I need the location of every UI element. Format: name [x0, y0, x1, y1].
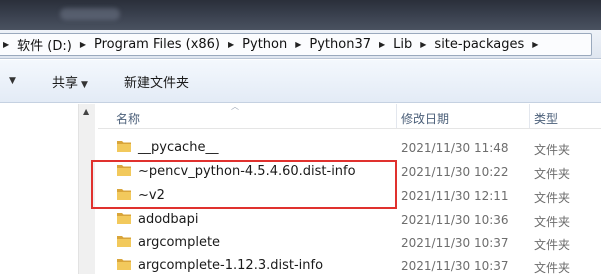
breadcrumb-python37[interactable]: Python37 — [304, 34, 376, 55]
file-name: argcomplete-1.12.3.dist-info — [138, 258, 324, 273]
chevron-right-icon[interactable]: ▶ — [292, 34, 304, 55]
file-name: adodbapi — [138, 212, 199, 227]
list-item[interactable]: argcomplete 2021/11/30 10:37 文件夹 — [98, 231, 601, 254]
organize-dropdown-arrow[interactable]: ▼ — [6, 72, 16, 87]
file-type: 文件夹 — [534, 238, 571, 252]
chevron-right-icon[interactable]: ▶ — [0, 34, 12, 55]
chevron-down-icon: ▼ — [9, 76, 16, 86]
share-label: 共享 — [52, 76, 79, 91]
column-divider[interactable] — [529, 104, 530, 128]
folder-icon — [117, 236, 131, 247]
breadcrumb-drive[interactable]: 软件 (D:) — [12, 34, 77, 55]
command-toolbar: ▼ 共享 ▼ 新建文件夹 — [0, 60, 601, 103]
column-divider[interactable] — [396, 104, 397, 128]
file-type: 文件夹 — [534, 215, 571, 229]
file-type: 文件夹 — [534, 167, 571, 181]
breadcrumb-site-packages[interactable]: site-packages — [429, 34, 529, 55]
breadcrumb-python[interactable]: Python — [237, 34, 292, 55]
folder-icon — [117, 259, 131, 270]
file-date: 2021/11/30 10:37 — [401, 259, 509, 273]
file-name: argcomplete — [138, 235, 221, 250]
breadcrumb-program-files[interactable]: Program Files (x86) — [89, 34, 225, 55]
file-type: 文件夹 — [534, 143, 571, 157]
chevron-right-icon[interactable]: ▶ — [529, 34, 541, 55]
address-bar: ▶ 软件 (D:) ▶ Program Files (x86) ▶ Python… — [0, 30, 601, 59]
column-header-modified[interactable]: 修改日期 — [401, 110, 449, 127]
red-highlight-annotation — [91, 160, 397, 209]
breadcrumb[interactable]: ▶ 软件 (D:) ▶ Program Files (x86) ▶ Python… — [0, 33, 592, 56]
list-item[interactable]: adodbapi 2021/11/30 10:36 文件夹 — [98, 208, 601, 231]
new-folder-button[interactable]: 新建文件夹 — [124, 72, 189, 91]
list-item[interactable]: argcomplete-1.12.3.dist-info 2021/11/30 … — [98, 254, 601, 274]
chevron-right-icon[interactable]: ▶ — [225, 34, 237, 55]
sort-ascending-icon: ︿ — [231, 102, 239, 111]
chevron-right-icon[interactable]: ▶ — [376, 34, 388, 55]
folder-icon — [117, 213, 131, 224]
file-date: 2021/11/30 10:37 — [401, 236, 509, 250]
chevron-down-icon: ▼ — [81, 80, 88, 90]
list-item[interactable]: __pycache__ 2021/11/30 11:48 文件夹 — [98, 136, 601, 159]
file-type: 文件夹 — [534, 191, 571, 205]
column-header-name[interactable]: 名称 — [116, 110, 140, 127]
file-type: 文件夹 — [534, 261, 571, 274]
navigation-pane: ▲ — [0, 104, 98, 274]
chevron-right-icon[interactable]: ▶ — [77, 34, 89, 55]
breadcrumb-lib[interactable]: Lib — [388, 34, 417, 55]
folder-icon — [117, 141, 131, 152]
column-header-row: ︿ 名称 修改日期 类型 — [98, 102, 601, 129]
scroll-up-icon[interactable]: ▲ — [83, 107, 89, 116]
window-title-bar — [0, 0, 601, 30]
share-button[interactable]: 共享 ▼ — [52, 72, 88, 91]
file-date: 2021/11/30 10:22 — [401, 165, 509, 179]
chevron-right-icon[interactable]: ▶ — [417, 34, 429, 55]
file-name: __pycache__ — [138, 140, 219, 155]
column-header-type[interactable]: 类型 — [534, 110, 558, 127]
file-date: 2021/11/30 12:11 — [401, 189, 509, 203]
file-date: 2021/11/30 11:48 — [401, 141, 509, 155]
file-date: 2021/11/30 10:36 — [401, 213, 509, 227]
blurred-title — [60, 8, 120, 20]
